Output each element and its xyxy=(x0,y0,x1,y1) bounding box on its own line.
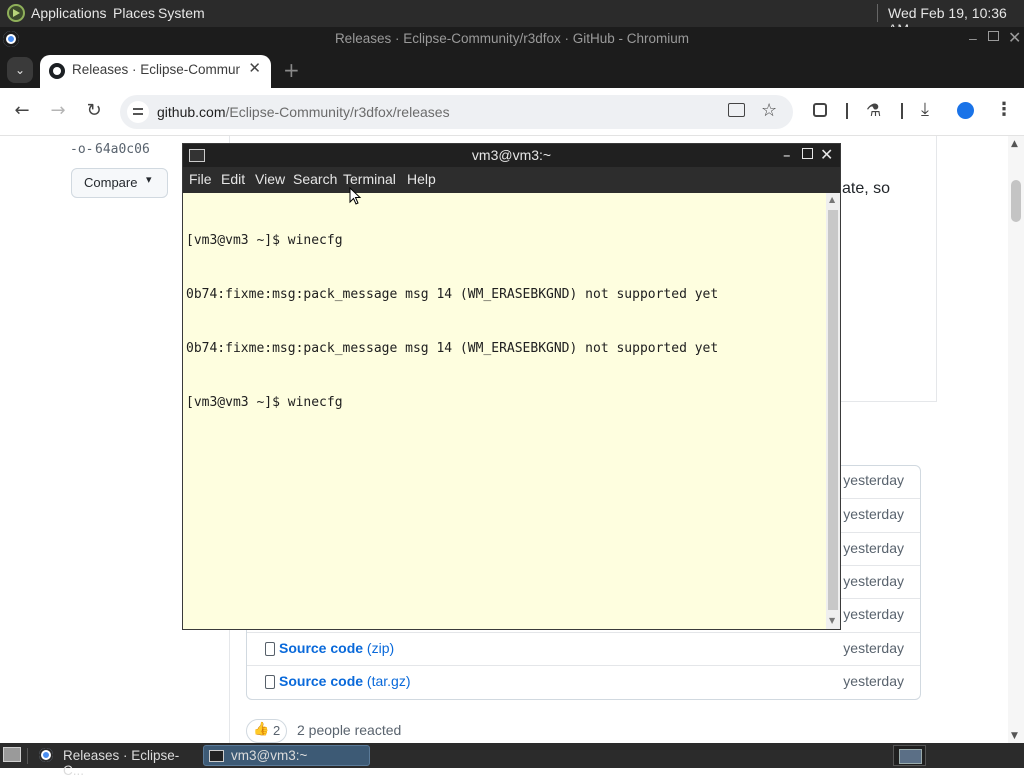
extensions-puzzle-icon[interactable] xyxy=(813,103,827,117)
install-app-icon[interactable] xyxy=(728,103,745,117)
menu-file[interactable]: File xyxy=(189,171,212,187)
new-tab-plus-icon[interactable]: + xyxy=(283,58,300,82)
scroll-up-arrow-icon[interactable]: ▲ xyxy=(1011,139,1018,149)
terminal-titlebar[interactable]: vm3@vm3:~ – ✕ xyxy=(183,144,840,167)
window-title: Releases · Eclipse-Community/r3dfox · Gi… xyxy=(334,31,690,46)
maximize-icon[interactable] xyxy=(988,31,999,41)
asset-ext[interactable]: (zip) xyxy=(367,640,394,656)
asset-link: Source code (tar.gz) xyxy=(279,673,411,689)
thumbs-up-icon: 👍 xyxy=(253,722,270,737)
reaction-count: 2 xyxy=(273,723,281,738)
compare-button[interactable]: Compare ▾ xyxy=(71,168,168,198)
asset-time: yesterday xyxy=(843,472,904,488)
menu-search[interactable]: Search xyxy=(293,171,337,187)
browser-titlebar: Releases · Eclipse-Community/r3dfox · Gi… xyxy=(0,27,1024,52)
menu-help[interactable]: Help xyxy=(407,171,436,187)
terminal-maximize-icon[interactable] xyxy=(802,148,813,159)
asset-time: yesterday xyxy=(843,506,904,522)
taskbar-item-terminal[interactable]: vm3@vm3:~ xyxy=(203,745,370,766)
terminal-line: [vm3@vm3 ~]$ winecfg xyxy=(186,233,343,248)
panel-separator xyxy=(877,4,878,22)
asset-time: yesterday xyxy=(843,540,904,556)
asset-link: Source code (zip) xyxy=(279,640,394,656)
chromium-icon xyxy=(39,748,53,762)
applications-menu[interactable]: Applications xyxy=(31,5,107,21)
release-box-border xyxy=(936,136,937,401)
release-notes-text: ate, so xyxy=(842,180,891,197)
asset-row-source-targz[interactable]: Source code (tar.gz) yesterday xyxy=(247,665,920,698)
kebab-menu-icon[interactable]: ⋮ xyxy=(995,99,1013,120)
github-favicon-icon xyxy=(49,63,65,79)
terminal-title: vm3@vm3:~ xyxy=(471,147,552,163)
mouse-cursor-icon xyxy=(349,187,362,205)
asset-time: yesterday xyxy=(843,673,904,689)
address-bar[interactable]: github.com/Eclipse-Community/r3dfox/rele… xyxy=(120,95,793,129)
labs-flask-icon[interactable]: ⚗ xyxy=(866,101,881,121)
commit-icon: -o- xyxy=(70,142,94,157)
menu-view[interactable]: View xyxy=(255,171,285,187)
site-info-icon[interactable] xyxy=(127,101,149,123)
url-text[interactable]: github.com/Eclipse-Community/r3dfox/rele… xyxy=(157,104,450,120)
terminal-text: [vm3@vm3 ~]$ winecfg 0b74:fixme:msg:pack… xyxy=(186,196,718,448)
terminal-window[interactable]: vm3@vm3:~ – ✕ File Edit View Search Term… xyxy=(182,143,841,630)
downloads-icon[interactable]: ⤓ xyxy=(921,99,929,120)
toolbar-separator xyxy=(846,103,848,119)
profile-avatar-icon[interactable] xyxy=(957,102,974,119)
back-arrow-icon[interactable]: ← xyxy=(11,100,33,122)
asset-row-source-zip[interactable]: Source code (zip) yesterday xyxy=(247,632,920,665)
terminal-app-icon xyxy=(209,750,224,762)
menu-edit[interactable]: Edit xyxy=(221,171,245,187)
workspace-switcher[interactable] xyxy=(893,745,926,766)
top-panel: Applications Places System Wed Feb 19, 1… xyxy=(0,0,1024,37)
file-zip-icon xyxy=(265,675,275,689)
terminal-line: [vm3@vm3 ~]$ winecfg xyxy=(186,395,343,410)
file-zip-icon xyxy=(265,642,275,656)
taskbar-item-label: vm3@vm3:~ xyxy=(231,748,308,763)
reaction-summary: 2 people reacted xyxy=(297,722,402,738)
terminal-output[interactable]: [vm3@vm3 ~]$ winecfg 0b74:fixme:msg:pack… xyxy=(183,193,826,629)
menu-terminal[interactable]: Terminal xyxy=(343,171,396,187)
asset-name[interactable]: Source code xyxy=(279,673,363,689)
workspace-1[interactable] xyxy=(899,749,922,764)
terminal-scroll-down-icon[interactable]: ▼ xyxy=(829,616,835,625)
forward-arrow-icon[interactable]: → xyxy=(47,100,69,122)
asset-ext[interactable]: (tar.gz) xyxy=(367,673,411,689)
toolbar-separator xyxy=(901,103,903,119)
terminal-line: 0b74:fixme:msg:pack_message msg 14 (WM_E… xyxy=(186,287,719,302)
terminal-menubar: File Edit View Search Terminal Help xyxy=(183,167,840,193)
commit-sha[interactable]: 64a0c06 xyxy=(95,142,150,157)
compare-label: Compare xyxy=(84,175,138,190)
terminal-line: 0b74:fixme:msg:pack_message msg 14 (WM_E… xyxy=(186,341,719,356)
asset-time: yesterday xyxy=(843,640,904,656)
caret-down-icon: ▾ xyxy=(146,173,152,186)
reaction-thumbs-up-button[interactable]: 👍 2 xyxy=(246,719,287,743)
system-menu[interactable]: System xyxy=(158,5,205,21)
places-menu[interactable]: Places xyxy=(113,5,155,21)
asset-time: yesterday xyxy=(843,606,904,622)
bookmark-star-icon[interactable]: ☆ xyxy=(761,100,777,121)
page-scrollbar[interactable] xyxy=(1008,136,1024,743)
tab-close-icon[interactable]: ✕ xyxy=(248,59,261,77)
scroll-down-arrow-icon[interactable]: ▼ xyxy=(1011,731,1018,741)
taskbar-separator xyxy=(27,748,28,764)
minimize-icon[interactable]: – xyxy=(969,30,977,46)
taskbar-item-chromium[interactable]: Releases · Eclipse-C... xyxy=(34,745,200,778)
taskbar-item-label: Releases · Eclipse-C... xyxy=(63,748,180,778)
distro-logo-icon[interactable] xyxy=(7,4,25,22)
tab-github-releases[interactable]: Releases · Eclipse-Communi ✕ xyxy=(40,55,271,88)
asset-name[interactable]: Source code xyxy=(279,640,363,656)
terminal-scroll-thumb[interactable] xyxy=(828,210,838,610)
asset-time: yesterday xyxy=(843,573,904,589)
show-desktop-icon[interactable] xyxy=(3,747,21,762)
page-scroll-thumb[interactable] xyxy=(1011,180,1021,222)
terminal-close-icon[interactable]: ✕ xyxy=(820,145,833,164)
terminal-scroll-up-icon[interactable]: ▲ xyxy=(829,195,835,204)
close-icon[interactable]: ✕ xyxy=(1008,28,1021,48)
reload-icon[interactable]: ↻ xyxy=(83,100,105,122)
terminal-minimize-icon[interactable]: – xyxy=(783,146,791,164)
tab-search-chevron-icon[interactable]: ⌄ xyxy=(7,57,33,83)
tab-title: Releases · Eclipse-Communi xyxy=(72,62,240,77)
